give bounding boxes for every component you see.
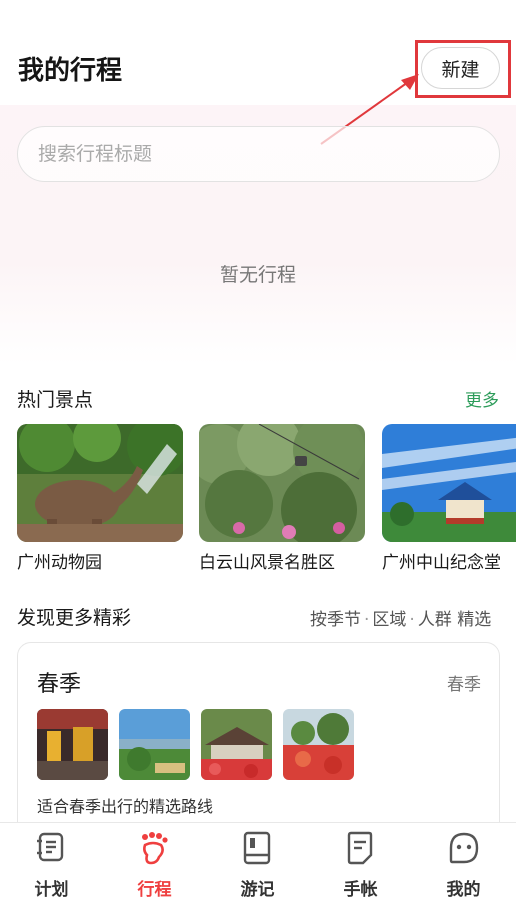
route-thumbnail xyxy=(119,709,190,780)
card-title: 春季 xyxy=(37,672,82,697)
tab-label: 我的 xyxy=(446,880,481,897)
tab-label: 计划 xyxy=(34,880,69,897)
tab-journal[interactable]: 手帐 xyxy=(309,823,412,897)
itinerary-page: 我的行程 新建 暂无行程 热门景点 更多 xyxy=(0,0,516,897)
empty-state-text: 暂无行程 xyxy=(219,264,296,286)
spot-image-baiyun xyxy=(199,424,365,542)
filter-season[interactable]: 按季节 xyxy=(310,610,361,630)
spot-name: 广州中山纪念堂 xyxy=(382,553,501,573)
book-icon xyxy=(243,831,271,865)
tab-label: 游记 xyxy=(240,880,275,897)
page-title: 我的行程 xyxy=(18,56,123,86)
spot-image-sunyatsen-hall xyxy=(382,424,516,542)
profile-face-icon xyxy=(449,832,479,864)
spot-image-zoo xyxy=(17,424,183,542)
tab-plan[interactable]: 计划 xyxy=(0,823,103,897)
hot-spots-carousel[interactable]: 广州动物园 白云山风景名胜区 广州中山纪念堂 xyxy=(17,424,516,574)
route-thumbnail xyxy=(201,709,272,780)
tab-itinerary[interactable]: 行程 xyxy=(103,823,206,897)
discover-filters: 按季节 · 区域 · 人群 精选 xyxy=(310,610,492,630)
card-description: 适合春季出行的精选路线 xyxy=(37,797,214,816)
search-bar[interactable] xyxy=(17,126,500,182)
filter-crowd[interactable]: 人群 xyxy=(418,610,452,630)
tab-travel-notes[interactable]: 游记 xyxy=(206,823,309,897)
spot-name: 白云山风景名胜区 xyxy=(199,553,335,573)
hot-spots-title: 热门景点 xyxy=(17,389,94,411)
card-season-tag: 春季 xyxy=(447,675,481,695)
route-thumbnail xyxy=(37,709,108,780)
footprint-icon xyxy=(142,832,168,865)
spot-name: 广州动物园 xyxy=(17,553,102,573)
spot-card-baiyun[interactable]: 白云山风景名胜区 xyxy=(199,424,365,573)
tab-label: 行程 xyxy=(137,880,172,897)
more-link[interactable]: 更多 xyxy=(465,386,499,411)
note-icon xyxy=(347,831,373,865)
season-route-card[interactable]: 春季 春季 适合春季出行的精选路线 xyxy=(17,642,500,842)
tab-profile[interactable]: 我的 xyxy=(412,823,515,897)
route-thumbnail xyxy=(283,709,354,780)
filter-featured[interactable]: 精选 xyxy=(457,610,491,630)
spot-card-zoo[interactable]: 广州动物园 xyxy=(17,424,183,573)
spot-card-sunyatsen-hall[interactable]: 广州中山纪念堂 xyxy=(382,424,516,573)
plan-icon xyxy=(37,832,64,862)
bottom-tab-bar: 计划 行程 游记 手帐 我的 xyxy=(0,822,516,897)
annotation-highlight-box xyxy=(415,40,511,98)
filter-region[interactable]: 区域 xyxy=(372,610,406,630)
discover-title: 发现更多精彩 xyxy=(17,607,132,629)
search-input[interactable] xyxy=(38,143,499,165)
tab-label: 手帐 xyxy=(343,880,378,897)
